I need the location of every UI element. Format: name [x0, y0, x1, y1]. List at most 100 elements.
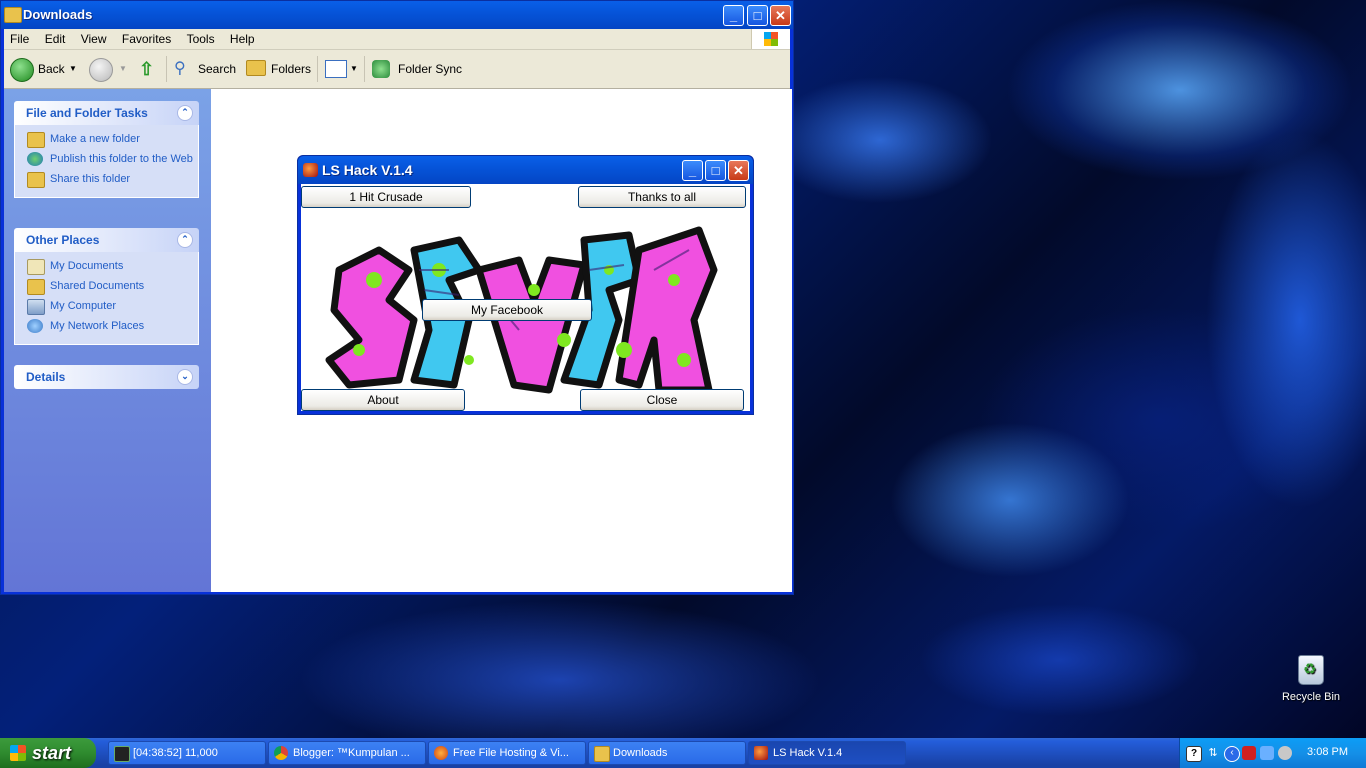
views-dropdown-icon[interactable]: ▼ — [350, 56, 358, 82]
up-folder-icon[interactable]: ⇧ — [139, 56, 154, 82]
recycle-bin[interactable]: Recycle Bin — [1276, 655, 1346, 703]
place-label: My Network Places — [50, 320, 145, 332]
chevron-up-icon[interactable]: ⌃ — [177, 105, 193, 121]
menu-tools[interactable]: Tools — [181, 29, 221, 49]
folder-icon — [594, 746, 610, 762]
place-network[interactable]: My Network Places — [27, 319, 198, 333]
other-places-panel: Other Places ⌃ My Documents Shared Docum… — [14, 228, 199, 345]
recycle-bin-icon — [1298, 655, 1324, 685]
explorer-title: Downloads — [23, 7, 93, 22]
chevron-left-icon[interactable]: ‹ — [1224, 746, 1240, 762]
forward-dropdown-icon[interactable]: ▼ — [119, 56, 127, 82]
place-shared-documents[interactable]: Shared Documents — [27, 279, 198, 295]
panel-title: Details — [26, 370, 66, 384]
toolbar-separator — [317, 56, 318, 82]
console-icon — [114, 746, 130, 762]
panel-header[interactable]: File and Folder Tasks ⌃ — [14, 101, 199, 125]
maximize-button[interactable]: □ — [705, 160, 726, 181]
task-make-folder[interactable]: Make a new folder — [27, 132, 198, 148]
taskbar-item-timer[interactable]: [04:38:52] 11,000 — [108, 741, 266, 765]
folder-sync-button[interactable]: Folder Sync — [398, 56, 462, 82]
shared-folder-icon — [27, 279, 45, 295]
folder-sync-icon — [372, 60, 390, 78]
panel-title: Other Places — [26, 233, 100, 247]
clock[interactable]: 3:08 PM — [1307, 746, 1348, 758]
menu-favorites[interactable]: Favorites — [116, 29, 177, 49]
views-icon[interactable] — [325, 60, 347, 78]
task-label: Downloads — [613, 747, 668, 759]
back-button[interactable]: Back — [38, 56, 65, 82]
close-button[interactable]: ✕ — [728, 160, 749, 181]
task-publish-web[interactable]: Publish this folder to the Web — [27, 152, 198, 166]
folders-icon — [246, 60, 266, 76]
place-label: My Computer — [50, 300, 117, 312]
taskbar-item-filehosting[interactable]: Free File Hosting & Vi... — [428, 741, 586, 765]
minimize-button[interactable]: _ — [723, 5, 744, 26]
start-label: start — [32, 743, 72, 763]
menu-file[interactable]: File — [4, 29, 35, 49]
minimize-button[interactable]: _ — [682, 160, 703, 181]
menu-edit[interactable]: Edit — [39, 29, 72, 49]
chevron-up-icon[interactable]: ⌃ — [177, 232, 193, 248]
ls-hack-titlebar[interactable]: LS Hack V.1.4 _ □ ✕ — [298, 156, 753, 184]
toolbar-separator — [364, 56, 365, 82]
panel-title: File and Folder Tasks — [26, 106, 148, 120]
connection-icon[interactable] — [1260, 746, 1274, 760]
explorer-titlebar[interactable]: Downloads _ □ ✕ — [1, 1, 793, 29]
toolbar-separator — [166, 56, 167, 82]
system-tray: ? ⇅ ‹ 3:08 PM — [1179, 738, 1366, 768]
details-panel: Details ⌄ — [14, 365, 199, 389]
dialog-close-button[interactable]: Close — [580, 389, 744, 411]
app-icon — [303, 163, 318, 177]
network-icon — [27, 319, 43, 333]
antivirus-icon[interactable] — [1242, 746, 1256, 760]
ls-hack-window: LS Hack V.1.4 _ □ ✕ 1 Hit Crusade Thanks… — [297, 155, 754, 415]
folder-icon — [4, 7, 22, 23]
place-my-computer[interactable]: My Computer — [27, 299, 198, 315]
task-label: Publish this folder to the Web — [50, 153, 193, 165]
search-icon: ⚲ — [174, 60, 186, 77]
my-facebook-button[interactable]: My Facebook — [422, 299, 592, 321]
back-arrow-icon[interactable] — [10, 58, 34, 82]
menu-bar: File Edit View Favorites Tools Help — [4, 29, 790, 50]
menu-help[interactable]: Help — [224, 29, 261, 49]
panel-header[interactable]: Other Places ⌃ — [14, 228, 199, 252]
computer-icon — [27, 299, 45, 315]
maximize-button[interactable]: □ — [747, 5, 768, 26]
close-button[interactable]: ✕ — [770, 5, 791, 26]
forward-arrow-icon[interactable] — [89, 58, 113, 82]
task-label: LS Hack V.1.4 — [773, 747, 843, 759]
menu-view[interactable]: View — [75, 29, 113, 49]
task-share-folder[interactable]: Share this folder — [27, 172, 198, 188]
taskbar-item-lshack[interactable]: LS Hack V.1.4 — [748, 741, 906, 765]
back-dropdown-icon[interactable]: ▼ — [69, 56, 77, 82]
taskbar: start [04:38:52] 11,000 Blogger: ™Kumpul… — [0, 738, 1366, 768]
chrome-icon — [274, 746, 288, 760]
ls-hack-title: LS Hack V.1.4 — [322, 162, 413, 178]
ls-hack-body: 1 Hit Crusade Thanks to all My Facebook … — [301, 184, 750, 411]
task-label: Free File Hosting & Vi... — [453, 747, 569, 759]
help-icon[interactable]: ? — [1186, 746, 1202, 762]
taskbar-item-blogger[interactable]: Blogger: ™Kumpulan ... — [268, 741, 426, 765]
windows-flag-icon — [10, 745, 26, 761]
place-label: My Documents — [50, 260, 124, 272]
folders-button[interactable]: Folders — [271, 56, 311, 82]
globe-icon — [27, 152, 43, 166]
taskbar-item-downloads[interactable]: Downloads — [588, 741, 746, 765]
file-folder-tasks-panel: File and Folder Tasks ⌃ Make a new folde… — [14, 101, 199, 198]
panel-body: My Documents Shared Documents My Compute… — [14, 252, 199, 345]
chevron-down-icon[interactable]: ⌄ — [177, 369, 193, 385]
place-my-documents[interactable]: My Documents — [27, 259, 198, 275]
panel-header[interactable]: Details ⌄ — [14, 365, 199, 389]
thanks-button[interactable]: Thanks to all — [578, 186, 746, 208]
task-pane: File and Folder Tasks ⌃ Make a new folde… — [4, 89, 211, 592]
speaker-icon[interactable] — [1278, 746, 1292, 760]
hit-crusade-button[interactable]: 1 Hit Crusade — [301, 186, 471, 208]
search-button[interactable]: Search — [198, 56, 236, 82]
network-icon[interactable]: ⇅ — [1206, 746, 1220, 760]
start-button[interactable]: start — [0, 738, 96, 768]
about-button[interactable]: About — [301, 389, 465, 411]
task-label: Blogger: ™Kumpulan ... — [293, 747, 410, 759]
new-folder-icon — [27, 132, 45, 148]
place-label: Shared Documents — [50, 280, 145, 292]
